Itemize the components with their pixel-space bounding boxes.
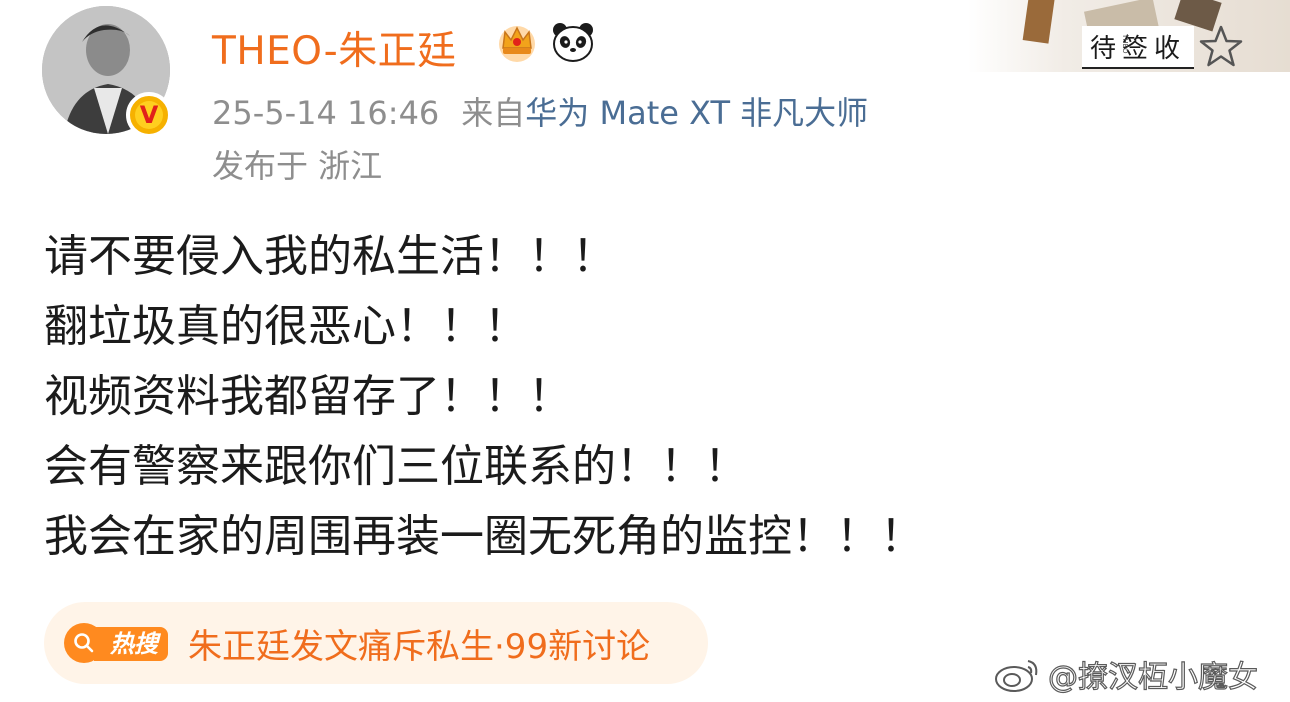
post-timestamp: 25-5-14 16:46 <box>212 94 440 132</box>
weibo-logo-icon <box>995 660 1038 692</box>
pending-signature-label: 待签收 <box>1082 26 1195 69</box>
post-line: 翻垃圾真的很恶心！！！ <box>44 301 528 352</box>
panda-icon[interactable] <box>550 18 596 64</box>
verified-badge: V <box>126 92 172 138</box>
post-line: 我会在家的周围再装一圈无死角的监控！！！ <box>44 511 924 562</box>
post-line: 视频资料我都留存了！！！ <box>44 371 572 422</box>
post-meta: 25-5-14 16:46 来自华为 Mate XT 非凡大师 <box>212 88 868 134</box>
hot-search-badge: 热搜 <box>64 619 176 667</box>
pending-small-text: THEO <box>1121 34 1129 54</box>
post-content: 请不要侵入我的私生活！！！ 翻垃圾真的很恶心！！！ 视频资料我都留存了！！！ 会… <box>44 222 1244 572</box>
post-location: 发布于 浙江 <box>212 147 383 185</box>
hot-search-link[interactable]: 热搜 朱正廷发文痛斥私生·99新讨论 <box>44 602 708 684</box>
watermark: @撩汊枑小魔女 <box>994 652 1259 696</box>
verified-mark: V <box>135 101 163 129</box>
post-line: 会有警察来跟你们三位联系的！！！ <box>44 441 748 492</box>
post-line: 请不要侵入我的私生活！！！ <box>44 231 616 282</box>
hot-search-text[interactable]: 朱正廷发文痛斥私生·99新讨论 <box>188 619 650 668</box>
user-badges <box>494 18 596 64</box>
source-prefix: 来自 <box>461 94 526 132</box>
star-icon[interactable] <box>1196 22 1246 72</box>
crown-icon[interactable] <box>494 18 540 64</box>
hot-search-tag: 热搜 <box>94 627 168 661</box>
device-link[interactable]: 华为 Mate XT 非凡大师 <box>525 94 868 132</box>
user-name[interactable]: THEO-朱正廷 <box>212 20 457 76</box>
watermark-text: @撩汊枑小魔女 <box>1047 659 1258 695</box>
